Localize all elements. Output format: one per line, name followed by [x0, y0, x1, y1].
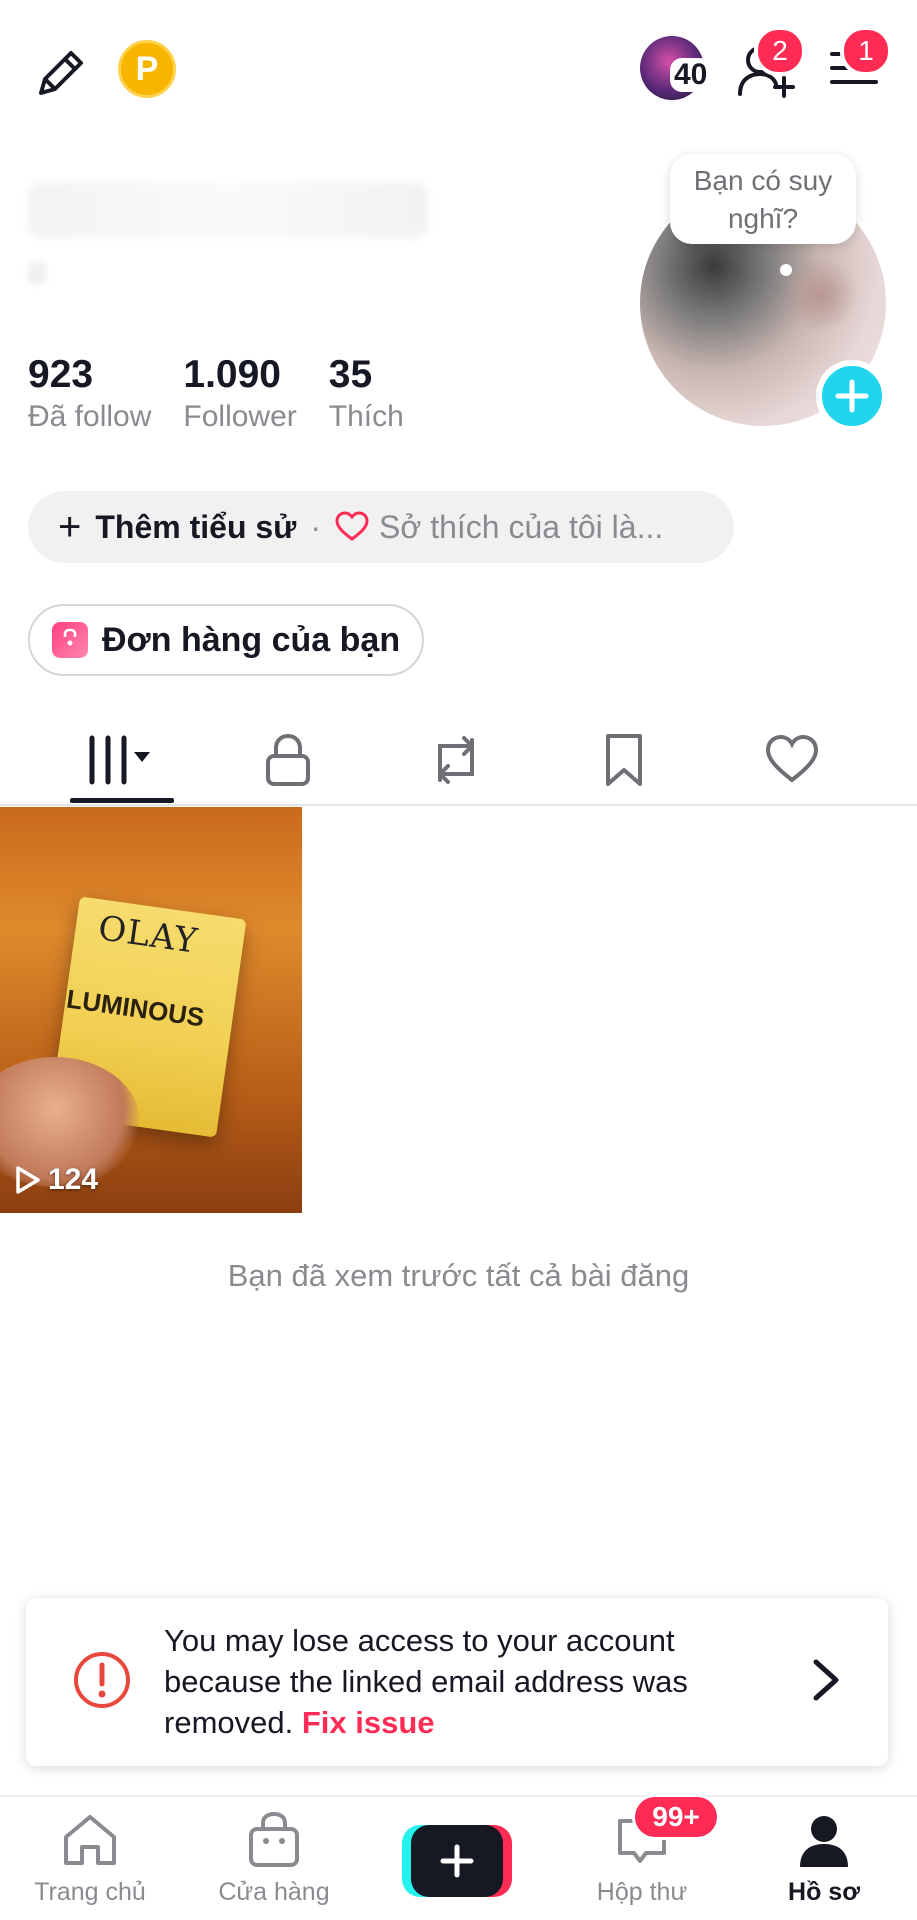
nav-home-label: Trang chủ: [34, 1878, 146, 1906]
tab-private[interactable]: [228, 728, 348, 792]
avatar-add-icon[interactable]: [816, 360, 888, 432]
nav-home[interactable]: Trang chủ: [10, 1811, 170, 1907]
warning-text: You may lose access to your account beca…: [164, 1620, 784, 1743]
edit-pen-icon[interactable]: [26, 38, 96, 108]
orders-label: Đơn hàng của bạn: [102, 620, 401, 659]
videos-grid-icon: [89, 735, 150, 785]
orders-button[interactable]: Đơn hàng của bạn: [28, 604, 424, 676]
plus-icon: [411, 1825, 503, 1897]
heart-icon: [765, 734, 819, 783]
chevron-right-icon[interactable]: [796, 1648, 856, 1712]
active-tab-indicator: [70, 798, 174, 803]
story-count: 40: [670, 58, 712, 92]
tab-reposts[interactable]: [396, 728, 516, 792]
stat-label: Follower: [183, 400, 297, 433]
add-bio-label[interactable]: Thêm tiểu sử: [95, 509, 296, 546]
nav-shop-label: Cửa hàng: [218, 1878, 330, 1906]
nav-shop[interactable]: Cửa hàng: [194, 1811, 354, 1907]
top-bar: P 40 2 1: [0, 0, 917, 140]
shop-bag-icon: [249, 1811, 299, 1867]
lock-icon: [266, 733, 310, 786]
thought-bubble[interactable]: Bạn có suy nghĩ?: [670, 154, 856, 244]
friend-request-badge: 2: [754, 26, 806, 76]
shopping-bag-icon: [52, 622, 88, 658]
nav-profile[interactable]: Hồ sơ: [744, 1811, 904, 1907]
profile-icon: [800, 1816, 848, 1867]
stat-following[interactable]: 923 Đã follow: [28, 352, 151, 436]
end-of-posts-text: Bạn đã xem trước tất cả bài đăng: [227, 1258, 690, 1293]
view-count: 124: [14, 1163, 98, 1197]
profile-handle-blurred: [28, 262, 46, 284]
fix-issue-link[interactable]: Fix issue: [302, 1705, 435, 1740]
content-tabs: [0, 710, 917, 806]
stat-followers[interactable]: 1.090 Follower: [183, 352, 296, 436]
stat-likes[interactable]: 35 Thích: [329, 352, 404, 436]
tab-saved[interactable]: [564, 728, 684, 792]
account-warning-card[interactable]: You may lose access to your account beca…: [26, 1598, 888, 1766]
heart-icon: [335, 511, 369, 543]
bottom-nav: Trang chủ Cửa hàng Hộp thư Hồ sơ: [0, 1795, 917, 1920]
bookmark-icon: [606, 734, 642, 786]
bio-pill[interactable]: + Thêm tiểu sử · Sở thích của tôi là...: [28, 491, 734, 563]
plus-icon: +: [58, 505, 82, 549]
stat-value: 1.090: [183, 353, 281, 396]
profile-name-blurred: [28, 182, 428, 238]
profile-stats: 923 Đã follow 1.090 Follower 35 Thích: [28, 352, 436, 436]
create-button[interactable]: [402, 1825, 512, 1897]
tab-videos[interactable]: [62, 728, 182, 792]
stat-label: Thích: [328, 400, 404, 433]
view-count-value: 124: [48, 1163, 99, 1196]
repost-icon: [438, 736, 474, 784]
stat-label: Đã follow: [28, 400, 152, 433]
interest-label[interactable]: Sở thích của tôi là...: [379, 509, 663, 546]
stat-value: 35: [328, 353, 373, 396]
home-icon: [64, 1815, 116, 1865]
nav-profile-label: Hồ sơ: [788, 1878, 860, 1906]
video-thumbnail[interactable]: OLAY LUMINOUS 124: [0, 807, 302, 1213]
bio-separator: ·: [310, 508, 321, 545]
stat-value: 923: [28, 353, 94, 396]
tab-liked[interactable]: [732, 728, 852, 792]
nav-inbox-label: Hộp thư: [596, 1878, 688, 1906]
alert-icon: [72, 1650, 132, 1710]
play-icon: [16, 1166, 40, 1194]
menu-badge: 1: [840, 26, 892, 76]
coin-icon[interactable]: P: [118, 40, 176, 98]
thought-bubble-tail: [780, 264, 792, 276]
inbox-badge: 99+: [632, 1794, 720, 1840]
